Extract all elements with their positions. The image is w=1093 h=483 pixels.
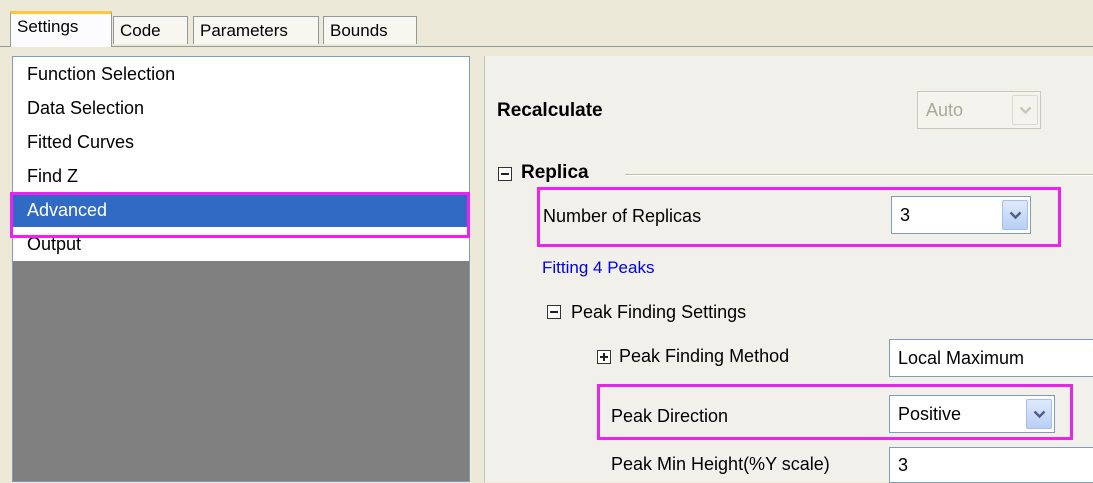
peak-direction-dropdown[interactable]: Positive	[889, 395, 1055, 433]
nav-item-advanced[interactable]: Advanced	[13, 193, 469, 227]
recalculate-dropdown: Auto	[917, 91, 1041, 129]
replica-collapse-toggle[interactable]	[498, 167, 512, 181]
peak-direction-value: Positive	[898, 404, 962, 424]
replica-group-label: Replica	[521, 162, 589, 183]
peak-finding-method-expand-toggle[interactable]	[597, 350, 611, 364]
fitting-peaks-info: Fitting 4 Peaks	[542, 258, 655, 277]
peak-min-height-label: Peak Min Height(%Y scale)	[611, 454, 830, 474]
tab-code[interactable]: Code	[113, 16, 188, 44]
tab-divider	[0, 46, 1093, 47]
tab-bounds[interactable]: Bounds	[323, 16, 417, 44]
nav-item-output[interactable]: Output	[13, 227, 469, 261]
tab-bar: Settings Code Parameters Bounds	[0, 0, 1093, 48]
nav-item-data-selection[interactable]: Data Selection	[13, 91, 469, 125]
chevron-down-icon[interactable]	[1002, 200, 1028, 230]
tab-parameters[interactable]: Parameters	[193, 16, 319, 44]
peak-min-height-field[interactable]: 3	[889, 447, 1093, 483]
nav-item-function-selection[interactable]: Function Selection	[13, 57, 469, 91]
peak-finding-method-field[interactable]: Local Maximum	[889, 339, 1093, 377]
number-of-replicas-value: 3	[900, 205, 911, 225]
peak-direction-label: Peak Direction	[611, 406, 729, 426]
advanced-settings-panel: Recalculate Auto Replica Number of Repli…	[484, 56, 1093, 483]
settings-nav-panel: Function Selection Data Selection Fitted…	[12, 56, 470, 482]
peak-finding-group-label: Peak Finding Settings	[571, 302, 747, 322]
settings-nav-list: Function Selection Data Selection Fitted…	[13, 57, 469, 261]
number-of-replicas-dropdown[interactable]: 3	[891, 196, 1031, 234]
tab-settings[interactable]: Settings	[10, 11, 112, 47]
nav-item-fitted-curves[interactable]: Fitted Curves	[13, 125, 469, 159]
chevron-down-icon	[1012, 95, 1038, 125]
peak-finding-method-label: Peak Finding Method	[619, 346, 790, 366]
replica-group-divider	[625, 174, 1093, 176]
chevron-down-icon[interactable]	[1026, 399, 1052, 429]
recalculate-label: Recalculate	[497, 100, 603, 121]
panel-splitter[interactable]	[470, 56, 484, 482]
number-of-replicas-label: Number of Replicas	[543, 206, 702, 226]
peak-finding-collapse-toggle[interactable]	[547, 305, 561, 319]
nav-item-find-z[interactable]: Find Z	[13, 159, 469, 193]
recalculate-value: Auto	[926, 100, 964, 120]
